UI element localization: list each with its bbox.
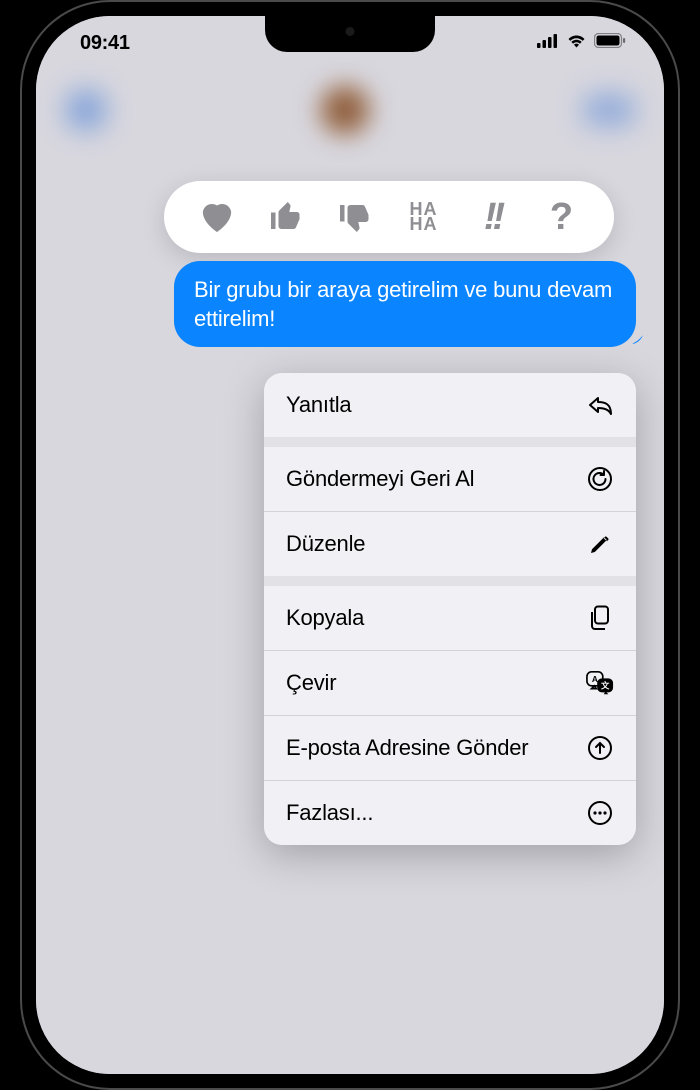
tapback-heart[interactable] (190, 190, 244, 244)
message-bubble[interactable]: Bir grubu bir araya getirelim ve bunu de… (174, 261, 636, 347)
menu-separator (264, 576, 636, 586)
copy-icon (586, 604, 614, 632)
tapback-question[interactable]: ? (535, 190, 589, 244)
svg-text:A: A (592, 674, 598, 684)
menu-translate-label: Çevir (286, 670, 336, 696)
menu-copy[interactable]: Kopyala (264, 586, 636, 650)
status-icons (537, 33, 626, 53)
menu-separator (264, 437, 636, 447)
tapback-haha[interactable]: HA HA (397, 190, 451, 244)
menu-more[interactable]: Fazlası... (264, 780, 636, 845)
blurred-avatar (319, 84, 371, 136)
wifi-icon (566, 33, 587, 53)
more-icon (586, 799, 614, 827)
message-text: Bir grubu bir araya getirelim ve bunu de… (194, 277, 612, 331)
menu-edit[interactable]: Düzenle (264, 511, 636, 576)
content-area: HA HA !! ? Bir grubu bir araya getirelim… (36, 181, 664, 1074)
reply-icon (586, 391, 614, 419)
status-time: 09:41 (80, 32, 130, 55)
tapback-thumbs-down[interactable] (328, 190, 382, 244)
menu-send-email-label: E-posta Adresine Gönder (286, 734, 528, 762)
menu-copy-label: Kopyala (286, 605, 364, 631)
menu-translate[interactable]: Çevir A文 (264, 650, 636, 715)
tapback-haha-bottom: HA (410, 217, 438, 232)
edit-icon (586, 530, 614, 558)
blurred-back-button (66, 90, 106, 130)
menu-undo-send-label: Göndermeyi Geri Al (286, 466, 474, 492)
tapback-thumbs-up[interactable] (259, 190, 313, 244)
phone-frame: 09:41 (20, 0, 680, 1090)
phone-screen: 09:41 (36, 16, 664, 1074)
send-email-icon (586, 734, 614, 762)
context-menu: Yanıtla Göndermeyi Geri Al Düzenle (264, 373, 636, 845)
undo-send-icon (586, 465, 614, 493)
battery-icon (594, 33, 626, 53)
menu-send-email[interactable]: E-posta Adresine Gönder (264, 715, 636, 780)
blurred-header (36, 70, 664, 150)
menu-reply[interactable]: Yanıtla (264, 373, 636, 437)
menu-more-label: Fazlası... (286, 800, 373, 826)
translate-icon: A文 (586, 669, 614, 697)
blurred-right-button (584, 95, 634, 125)
cellular-signal-icon (537, 34, 559, 53)
menu-undo-send[interactable]: Göndermeyi Geri Al (264, 447, 636, 511)
menu-reply-label: Yanıtla (286, 392, 351, 418)
tapback-reaction-bar: HA HA !! ? (164, 181, 614, 253)
notch (265, 16, 435, 52)
svg-text:文: 文 (601, 681, 610, 691)
menu-edit-label: Düzenle (286, 531, 365, 557)
tapback-exclaim[interactable]: !! (466, 190, 520, 244)
